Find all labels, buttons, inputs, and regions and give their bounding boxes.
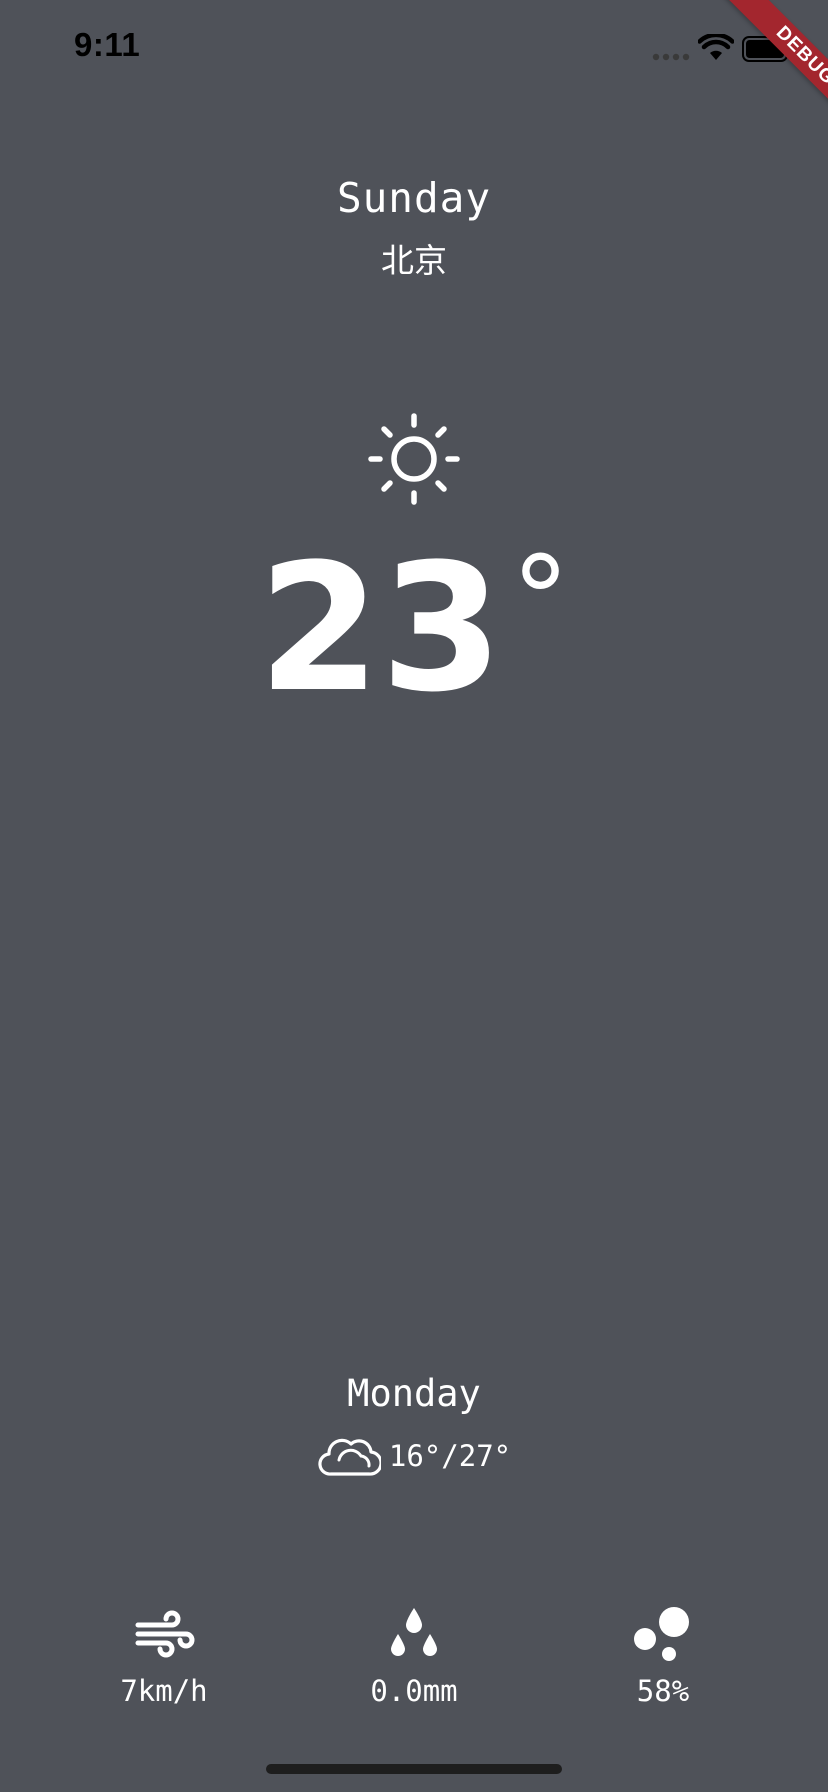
forecast-temperature-range: 16°/27° — [388, 1439, 512, 1473]
status-time: 9:11 — [74, 26, 141, 63]
sun-icon — [368, 413, 460, 505]
wind-value: 7km/h — [120, 1674, 208, 1708]
current-temperature: 23° — [0, 534, 828, 724]
bubbles-icon — [634, 1607, 689, 1661]
cloud-icon — [318, 1438, 381, 1476]
raindrops-icon — [391, 1608, 437, 1656]
forecast-row: 16°/27° — [0, 1430, 828, 1482]
forecast-day-label: Monday — [347, 1372, 481, 1415]
rain-value: 0.0mm — [370, 1674, 458, 1708]
debug-banner: DEBUG — [713, 0, 828, 148]
wind-stat: 7km/h — [84, 1606, 244, 1708]
rain-stat: 0.0mm — [334, 1606, 494, 1708]
wifi-icon — [698, 34, 734, 60]
humidity-stat: 58% — [583, 1606, 743, 1708]
weather-screen: 9:11 DEBUG Sunday 北京 23° Monday 16°/27° … — [0, 0, 828, 1792]
signal-dots-icon — [652, 53, 690, 61]
current-day-label: Sunday — [336, 174, 492, 222]
city-label: 北京 — [381, 241, 447, 280]
home-indicator[interactable] — [266, 1764, 562, 1774]
degree-symbol: ° — [510, 530, 570, 668]
wind-icon — [135, 1610, 195, 1658]
humidity-value: 58% — [636, 1674, 690, 1708]
temperature-value: 23 — [258, 526, 503, 731]
